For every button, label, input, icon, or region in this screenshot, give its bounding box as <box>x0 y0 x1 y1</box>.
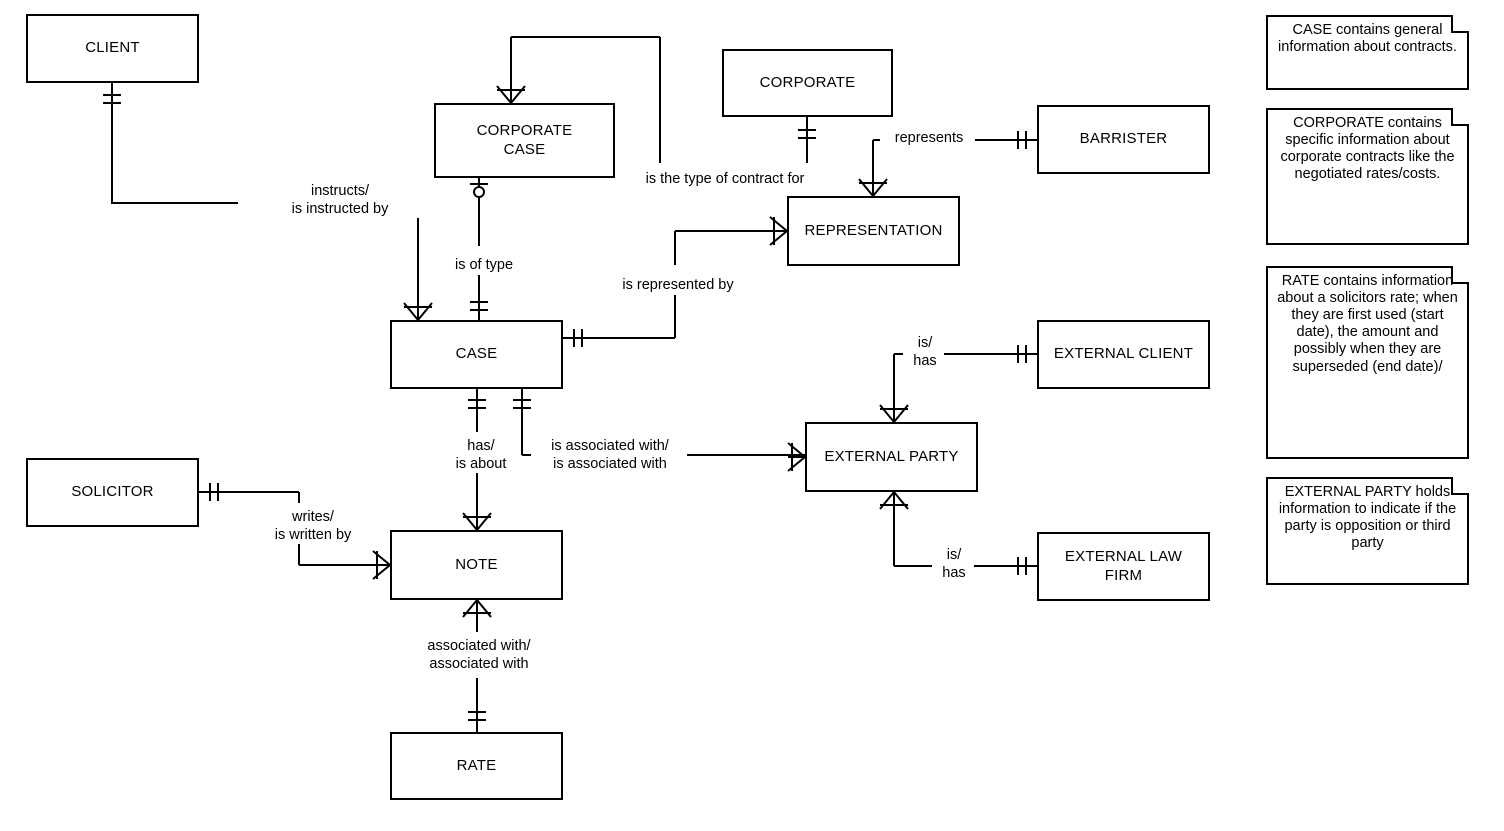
relationship-label-represents: represents <box>883 130 975 148</box>
label-text: is represented by <box>622 277 734 293</box>
entity-external-client[interactable]: EXTERNAL CLIENT <box>1037 320 1210 389</box>
relationship-label-is-of-type: is of type <box>440 257 528 275</box>
entity-label: EXTERNAL PARTY <box>824 447 959 465</box>
note-text: CASE contains general information about … <box>1278 22 1457 56</box>
relationship-label-type-of-contract: is the type of contract for <box>620 171 830 189</box>
label-text: is of type <box>454 257 514 273</box>
entity-label: BARRISTER <box>1079 130 1168 148</box>
entity-barrister[interactable]: BARRISTER <box>1037 105 1210 174</box>
entity-label: CLIENT <box>85 39 140 57</box>
relationship-label-is-has-firm: is/ has <box>935 547 973 583</box>
entity-label: NOTE <box>455 555 498 573</box>
entity-corporate[interactable]: CORPORATE <box>722 49 893 117</box>
relationship-label-is-represented-by: is represented by <box>606 277 750 295</box>
relationship-label-associated-case-party: is associated with/ is associated with <box>533 438 687 474</box>
label-text: instructs/ is instructed by <box>291 183 389 217</box>
annotation-note-case: CASE contains general information about … <box>1266 15 1469 90</box>
relationship-label-is-has-client: is/ has <box>906 335 944 371</box>
relationship-label-note-rate-assoc: associated with/ associated with <box>411 638 547 674</box>
entity-rate[interactable]: RATE <box>390 732 563 800</box>
annotation-note-external-party: EXTERNAL PARTY holds information to indi… <box>1266 477 1469 585</box>
entity-label: REPRESENTATION <box>804 221 943 239</box>
note-text: RATE contains information about a solici… <box>1277 273 1458 375</box>
connector-corporatecase-case <box>470 178 488 320</box>
label-text: represents <box>894 130 964 146</box>
note-text: EXTERNAL PARTY holds information to indi… <box>1278 484 1457 552</box>
label-text: is associated with/ is associated with <box>551 438 669 472</box>
note-text: CORPORATE contains specific information … <box>1280 115 1455 183</box>
annotation-note-corporate: CORPORATE contains specific information … <box>1266 108 1469 245</box>
annotation-note-rate: RATE contains information about a solici… <box>1266 266 1469 459</box>
entity-external-party[interactable]: EXTERNAL PARTY <box>805 422 978 492</box>
entity-label: CORPORATE CASE <box>476 121 573 158</box>
entity-representation[interactable]: REPRESENTATION <box>787 196 960 266</box>
relationship-label-instructs: instructs/ is instructed by <box>238 183 442 219</box>
entity-case[interactable]: CASE <box>390 320 563 389</box>
label-text: writes/ is written by <box>274 509 352 543</box>
relationship-label-writes: writes/ is written by <box>264 509 362 545</box>
entity-label: CORPORATE <box>759 73 856 91</box>
entity-label: SOLICITOR <box>71 483 154 501</box>
entity-client[interactable]: CLIENT <box>26 14 199 83</box>
label-text: is/ has <box>942 547 966 581</box>
connector-externalclient-externalparty <box>879 345 1037 423</box>
entity-solicitor[interactable]: SOLICITOR <box>26 458 199 527</box>
er-diagram-canvas: CLIENT CORPORATE CASE CORPORATE BARRISTE… <box>0 0 1504 831</box>
relationship-label-has-is-about: has/ is about <box>441 438 521 474</box>
entity-label: RATE <box>456 756 497 774</box>
label-text: is the type of contract for <box>645 171 805 187</box>
entity-external-law-firm[interactable]: EXTERNAL LAW FIRM <box>1037 532 1210 601</box>
entity-label: EXTERNAL LAW FIRM <box>1064 547 1183 584</box>
label-text: is/ has <box>913 335 937 369</box>
entity-note[interactable]: NOTE <box>390 530 563 600</box>
label-text: has/ is about <box>455 438 507 472</box>
entity-label: CASE <box>455 345 498 363</box>
entity-corporate-case[interactable]: CORPORATE CASE <box>434 103 615 178</box>
entity-label: EXTERNAL CLIENT <box>1053 345 1194 363</box>
label-text: associated with/ associated with <box>427 638 531 672</box>
